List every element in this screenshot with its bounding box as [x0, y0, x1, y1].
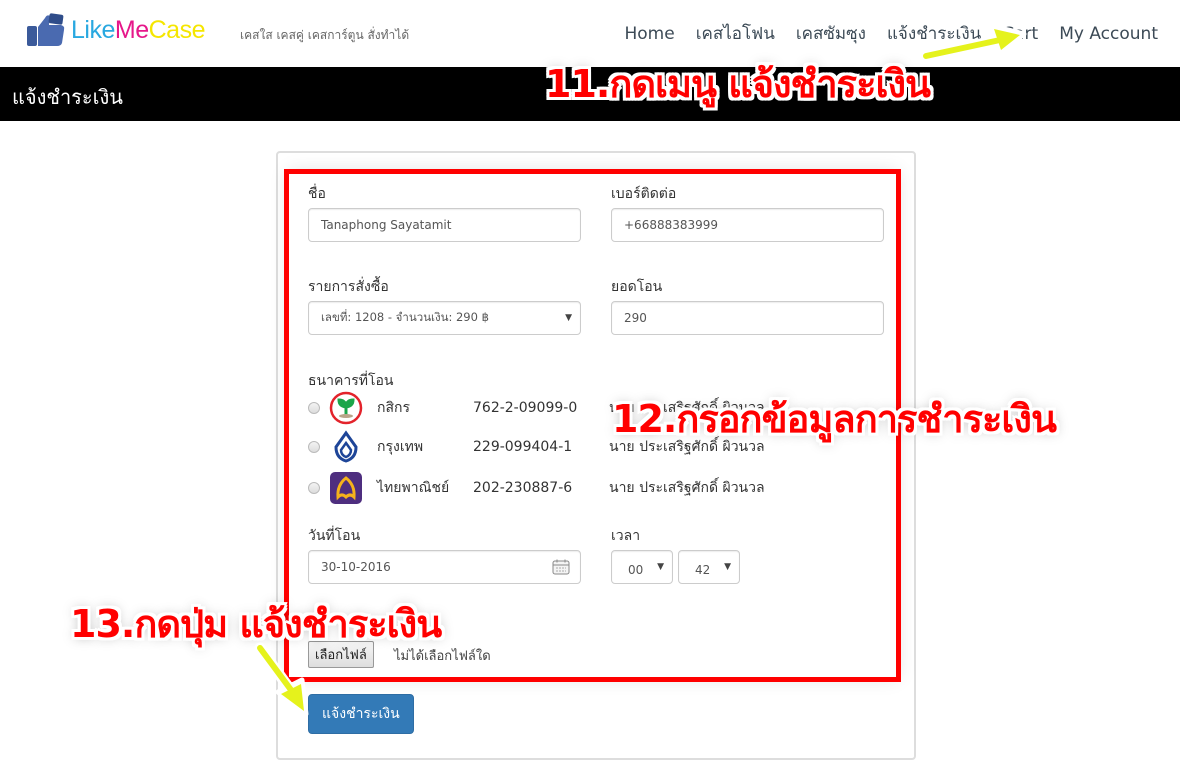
logo-like: Like	[71, 15, 115, 44]
date-value: 30-10-2016	[321, 560, 391, 574]
page-title-bar: แจ้งชำระเงิน	[0, 67, 1180, 121]
tagline: เคสใส เคสคู่ เคสการ์ตูน สั่งทำได้	[240, 28, 410, 42]
bank-name: ไทยพาณิชย์	[377, 480, 450, 496]
order-select[interactable]: เลขที่: 1208 - จำนวนเงิน: 290 ฿ ▼	[308, 301, 581, 335]
nav-iphone-cases[interactable]: เคสไอโฟน	[685, 22, 785, 46]
bank-account-number: 229-099404-1	[473, 439, 573, 455]
logo-text: LikeMeCase	[71, 16, 205, 45]
chevron-down-icon: ▼	[565, 313, 572, 323]
payment-form: ชื่อ Tanaphong Sayatamit เบอร์ติดต่อ +66…	[288, 171, 898, 678]
site-logo[interactable]: LikeMeCase	[25, 12, 205, 48]
nav-samsung-cases[interactable]: เคสซัมซุง	[785, 22, 876, 46]
chevron-down-icon: ▼	[724, 562, 731, 572]
bank-radio-bbl[interactable]	[308, 441, 320, 453]
payment-form-panel: ชื่อ Tanaphong Sayatamit เบอร์ติดต่อ +66…	[276, 151, 916, 760]
nav-payment-notify[interactable]: แจ้งชำระเงิน	[876, 22, 991, 46]
bank-name: กสิกร	[377, 400, 411, 416]
time-label: เวลา	[611, 528, 641, 544]
phone-input[interactable]: +66888383999	[611, 208, 884, 242]
bank-label: ธนาคารที่โอน	[308, 373, 394, 389]
hour-select[interactable]: 00 ▼	[611, 550, 673, 584]
bank-option[interactable]: กสิกร 762-2-09099-0 นาย ประเสริฐศักดิ์ ผ…	[308, 391, 829, 425]
bank-radio-kbank[interactable]	[308, 402, 320, 414]
name-label: ชื่อ	[308, 186, 326, 202]
thumbs-up-icon	[27, 13, 65, 47]
name-input[interactable]: Tanaphong Sayatamit	[308, 208, 581, 242]
order-select-value: เลขที่: 1208 - จำนวนเงิน: 290 ฿	[321, 310, 489, 324]
site-header: LikeMeCase เคสใส เคสคู่ เคสการ์ตูน สั่งท…	[0, 0, 1180, 67]
choose-file-button[interactable]: เลือกไฟล์	[308, 641, 374, 668]
submit-payment-button[interactable]: แจ้งชำระเงิน	[308, 694, 414, 734]
bank-option[interactable]: ไทยพาณิชย์ 202-230887-6 นาย ประเสริฐศักด…	[308, 471, 829, 505]
bank-name: กรุงเทพ	[377, 439, 424, 455]
scb-logo-icon	[329, 471, 363, 505]
date-input[interactable]: 30-10-2016	[308, 550, 581, 584]
amount-input[interactable]: 290	[611, 301, 884, 335]
logo-me: Me	[114, 15, 149, 44]
order-label: รายการสั่งซื้อ	[308, 279, 389, 295]
bank-account-owner: นาย ประเสริฐศักดิ์ ผิวนวล	[609, 400, 765, 416]
chevron-down-icon: ▼	[657, 562, 664, 572]
bank-account-owner: นาย ประเสริฐศักดิ์ ผิวนวล	[609, 480, 765, 496]
file-status: ไม่ได้เลือกไฟล์ใด	[394, 649, 491, 664]
kbank-logo-icon	[329, 391, 363, 425]
bank-radio-scb[interactable]	[308, 482, 320, 494]
nav-cart[interactable]: Cart	[991, 22, 1048, 46]
calendar-icon[interactable]	[552, 559, 570, 575]
amount-label: ยอดโอน	[611, 279, 663, 295]
date-label: วันที่โอน	[308, 528, 361, 544]
main-nav: Home เคสไอโฟน เคสซัมซุง แจ้งชำระเงิน Car…	[614, 22, 1169, 46]
hour-value: 00	[628, 563, 644, 577]
phone-label: เบอร์ติดต่อ	[611, 186, 677, 202]
bbl-logo-icon	[329, 430, 363, 464]
nav-home[interactable]: Home	[614, 22, 685, 46]
bank-account-number: 202-230887-6	[473, 480, 573, 496]
logo-case: Case	[148, 15, 206, 44]
bank-account-number: 762-2-09099-0	[473, 400, 578, 416]
bank-account-owner: นาย ประเสริฐศักดิ์ ผิวนวล	[609, 439, 765, 455]
minute-value: 42	[695, 563, 711, 577]
page-title: แจ้งชำระเงิน	[12, 85, 123, 109]
minute-select[interactable]: 42 ▼	[678, 550, 740, 584]
nav-my-account[interactable]: My Account	[1048, 22, 1168, 46]
bank-option[interactable]: กรุงเทพ 229-099404-1 นาย ประเสริฐศักดิ์ …	[308, 430, 829, 464]
